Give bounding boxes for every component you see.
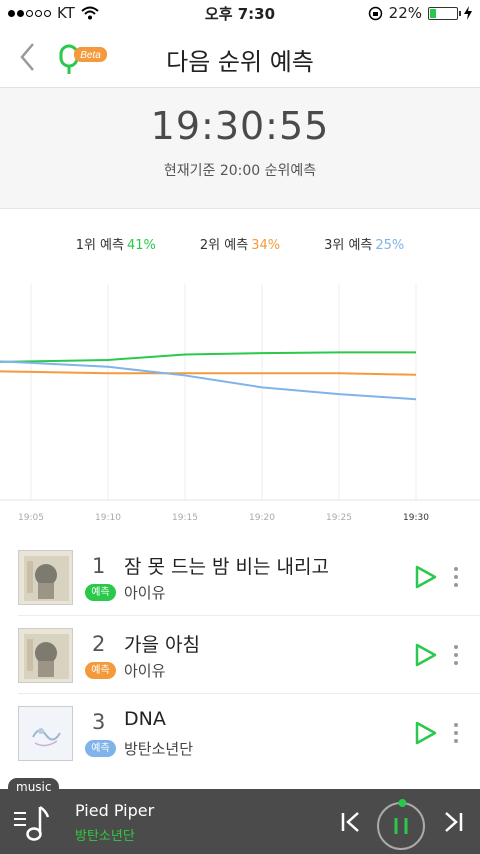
artist-name: 아이유 [124, 584, 166, 602]
rank-number: 1 [92, 554, 106, 578]
battery-percent: 22% [388, 4, 422, 22]
prediction-basis: 현재기준 20:00 순위예측 [163, 163, 317, 179]
rotation-lock-icon [368, 6, 382, 20]
beta-logo-icon: Beta [59, 44, 107, 74]
series-line [0, 360, 417, 401]
song-title: 가을 아침 [124, 634, 200, 656]
legend-label-2: 2위 예측 [199, 238, 249, 253]
more-vertical-icon[interactable] [450, 720, 462, 746]
beta-label: Beta [80, 50, 101, 61]
series-line [0, 370, 417, 376]
legend-label-1: 1위 예측 [75, 238, 124, 253]
x-tick-label: 19:05 [18, 513, 44, 523]
legend-item-2: 2위 예측 34% [200, 234, 280, 253]
progress-indicator [398, 799, 407, 808]
rank-number: 2 [92, 632, 106, 656]
wifi-icon [81, 6, 99, 20]
back-arrow-icon[interactable] [14, 40, 44, 74]
music-tab[interactable]: music [8, 778, 60, 798]
current-time: 19:30:55 [150, 104, 330, 148]
list-item[interactable]: 3 DNA 예측 방탄소년단 [18, 694, 480, 772]
prediction-badge: 예측 [85, 584, 116, 601]
x-tick-label: 19:10 [95, 513, 121, 523]
rank-number: 3 [92, 710, 106, 734]
play-icon[interactable] [414, 642, 438, 668]
app-header: Beta 다음 순위 예측 [0, 26, 480, 88]
prediction-badge: 예측 [85, 740, 116, 757]
x-tick-label: 19:15 [172, 513, 198, 523]
series-line [0, 351, 416, 363]
playlist-note-icon[interactable] [12, 803, 52, 843]
prediction-badge: 예측 [85, 662, 116, 679]
play-icon[interactable] [414, 720, 438, 746]
x-tick-label: 19:30 [403, 513, 429, 523]
previous-track-icon[interactable] [338, 809, 364, 835]
play-icon[interactable] [414, 564, 438, 590]
pause-button[interactable] [373, 795, 429, 851]
more-vertical-icon[interactable] [450, 642, 462, 668]
prediction-line-chart: 19:05 19:10 19:15 19:20 19:25 19:30 [0, 284, 480, 523]
carrier-info: KT [8, 4, 99, 22]
legend-item-1: 1위 예측 41% [76, 234, 156, 253]
legend-value-1: 41% [126, 238, 156, 253]
list-item[interactable]: 1 잠 못 드는 밤 비는 내리고 예측 아이유 [18, 538, 480, 616]
signal-icon [8, 9, 51, 17]
more-vertical-icon[interactable] [450, 564, 462, 590]
album-art [18, 628, 73, 683]
now-playing-title: Pied Piper [75, 801, 155, 820]
album-art [18, 706, 73, 761]
ranking-list: 1 잠 못 드는 밤 비는 내리고 예측 아이유 2 가을 아침 예측 아이유 [0, 538, 480, 772]
artist-name: 방탄소년단 [124, 740, 194, 758]
status-bar: KT 오후 7:30 22% [0, 0, 480, 26]
x-tick-label: 19:20 [249, 513, 275, 523]
album-art [18, 550, 73, 605]
legend-item-3: 3위 예측 25% [324, 234, 404, 253]
song-title: DNA [124, 708, 166, 730]
x-tick-label: 19:25 [326, 513, 352, 523]
legend-label-3: 3위 예측 [324, 238, 373, 253]
mini-player[interactable]: music Pied Piper 방탄소년단 [0, 778, 480, 854]
artist-name: 아이유 [124, 662, 166, 680]
chart-legend: 1위 예측 41% 2위 예측 34% 3위 예측 25% [0, 234, 480, 253]
legend-value-3: 25% [375, 238, 405, 253]
legend-value-2: 34% [251, 238, 281, 253]
song-title: 잠 못 드는 밤 비는 내리고 [124, 556, 329, 578]
list-item[interactable]: 2 가을 아침 예측 아이유 [18, 616, 480, 694]
now-playing-artist: 방탄소년단 [75, 829, 135, 844]
countdown-panel: 19:30:55 현재기준 20:00 순위예측 [0, 88, 480, 209]
battery-icon [428, 6, 461, 20]
next-track-icon[interactable] [440, 809, 466, 835]
carrier-name: KT [57, 4, 75, 22]
charging-icon [464, 6, 472, 20]
